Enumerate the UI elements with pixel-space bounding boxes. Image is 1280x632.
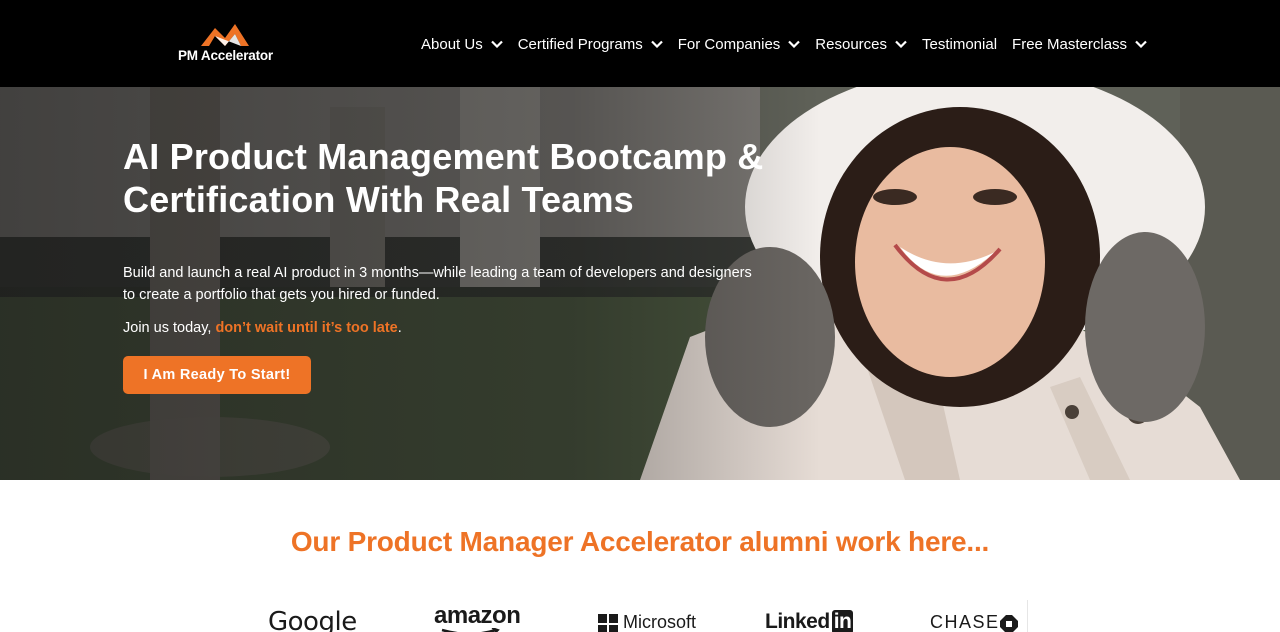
amazon-logo: amazon — [434, 602, 521, 629]
main-nav: About Us Certified Programs For Companie… — [421, 32, 1147, 56]
linkedin-in-badge: in — [831, 610, 854, 632]
nav-item-testimonial[interactable]: Testimonial — [922, 36, 997, 53]
chevron-down-icon — [788, 40, 801, 48]
join-prefix: Join us today, — [123, 320, 216, 336]
site-header: PM Accelerator About Us Certified Progra… — [0, 0, 1280, 87]
nav-item-label: For Companies — [677, 35, 781, 53]
microsoft-grid-icon — [598, 614, 618, 632]
nav-item-label: Resources — [815, 35, 887, 53]
google-logo: Google — [268, 607, 357, 632]
mountain-peak-logo-icon — [201, 24, 249, 46]
hero-section: AI Product Management Bootcamp & Certifi… — [0, 87, 1280, 480]
alumni-heading: Our Product Manager Accelerator alumni w… — [290, 526, 990, 557]
nav-item-for-companies[interactable]: For Companies — [678, 36, 801, 53]
chase-logo: CHASE — [930, 612, 1000, 632]
chevron-down-icon — [490, 40, 503, 48]
logo-link[interactable]: PM Accelerator — [176, 22, 276, 66]
nav-item-free-masterclass[interactable]: Free Masterclass — [1012, 36, 1147, 53]
nav-item-label: Free Masterclass — [1012, 35, 1128, 53]
join-highlight: don’t wait until it’s too late — [215, 320, 398, 336]
microsoft-logo: Microsoft — [623, 612, 697, 632]
hero-description: Build and launch a real AI product in 3 … — [123, 265, 752, 303]
nav-item-label: Certified Programs — [517, 35, 643, 53]
chevron-down-icon — [650, 40, 663, 48]
nav-item-certified-programs[interactable]: Certified Programs — [518, 36, 663, 53]
nav-item-label: About Us — [421, 35, 483, 53]
linkedin-word: Linked — [765, 610, 830, 632]
hero-join-line: Join us today, don’t wait until it’s too… — [123, 317, 402, 339]
ready-to-start-button[interactable]: I Am Ready To Start! — [123, 356, 311, 394]
amazon-smile-icon — [441, 628, 500, 632]
logo-text: PM Accelerator — [178, 48, 273, 63]
nav-item-label: Testimonial — [922, 35, 998, 53]
chase-octagon-icon — [1000, 615, 1018, 632]
logos-divider — [1027, 600, 1028, 632]
nav-item-resources[interactable]: Resources — [815, 36, 907, 53]
nav-item-about-us[interactable]: About Us — [421, 36, 503, 53]
hero-title: AI Product Management Bootcamp & Certifi… — [123, 136, 764, 220]
linkedin-logo: Linked in — [765, 610, 854, 632]
chevron-down-icon — [1135, 40, 1147, 48]
company-logos: Google amazon Microsoft Linked in CHASE — [258, 600, 1028, 632]
chevron-down-icon — [895, 40, 907, 48]
join-suffix: . — [397, 320, 402, 336]
